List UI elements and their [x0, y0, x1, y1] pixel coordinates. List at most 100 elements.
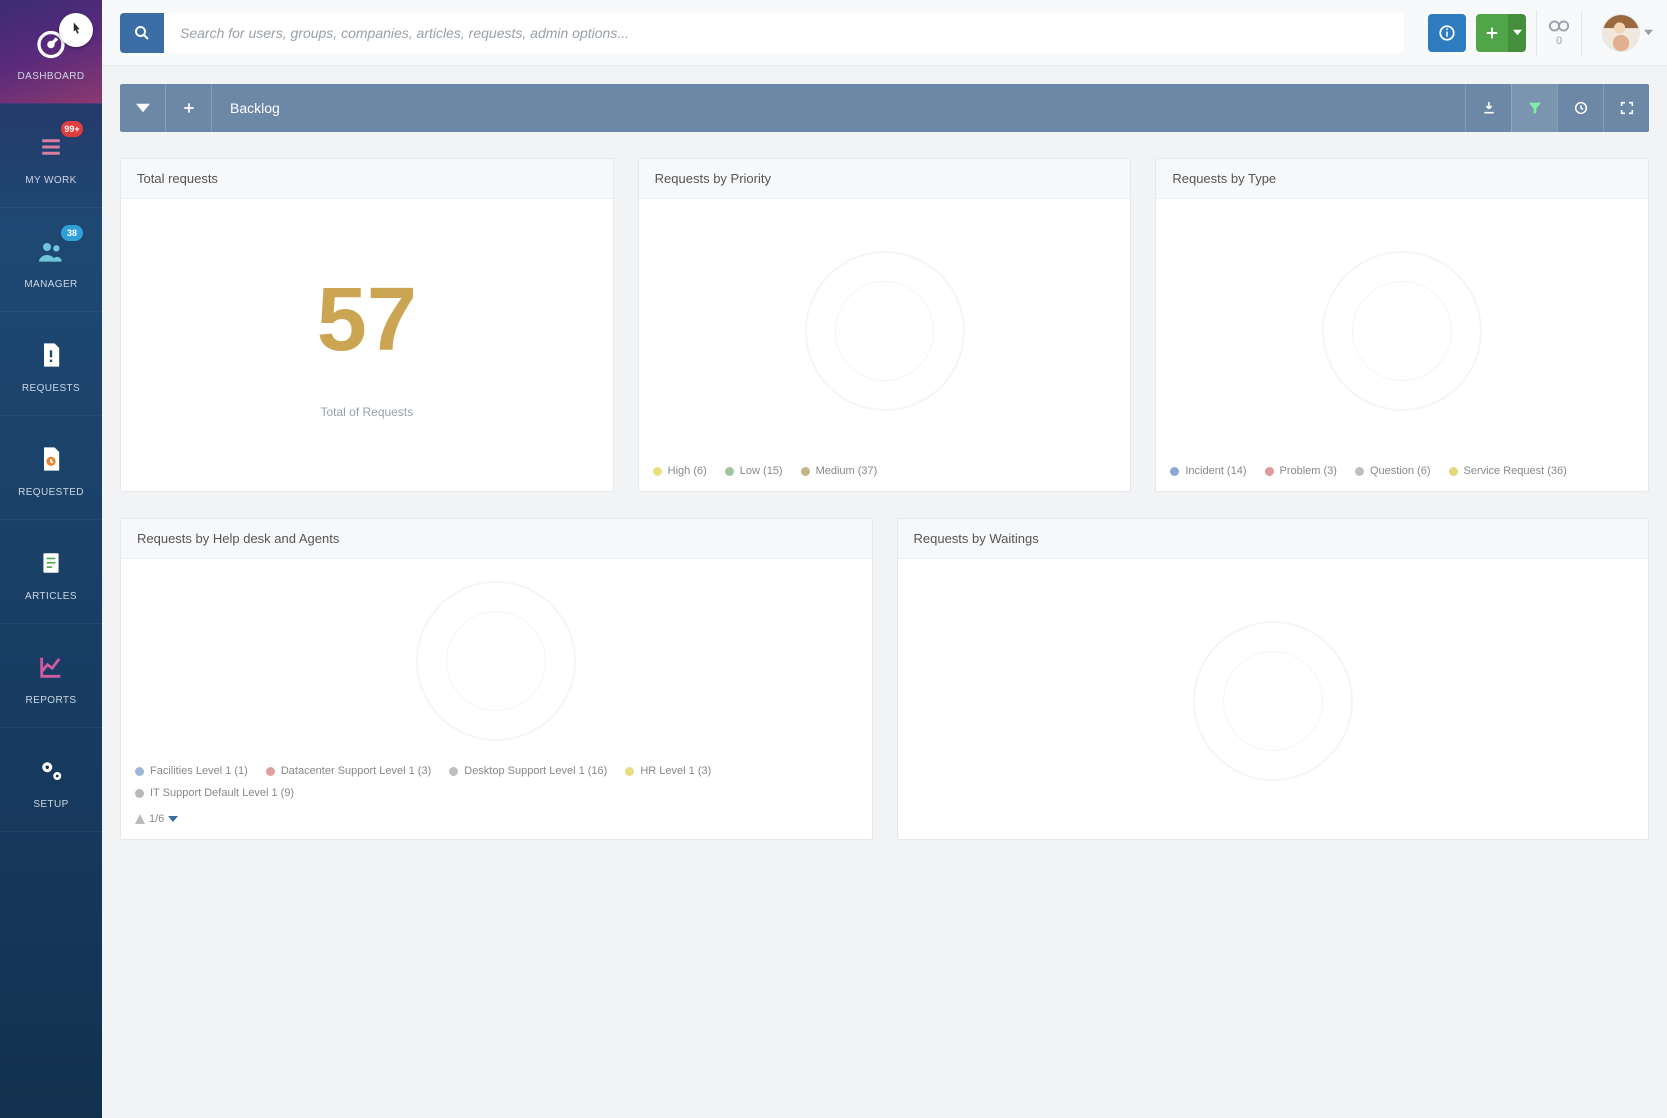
- user-menu[interactable]: [1592, 14, 1653, 52]
- sidebar-label: MY WORK: [25, 175, 77, 186]
- legend-priority: High (6)Low (15)Medium (37): [639, 459, 1131, 491]
- add-dropdown-button[interactable]: [1508, 14, 1526, 52]
- pie-chart-placeholder: [1322, 251, 1482, 411]
- card-requests-by-waitings: Requests by Waitings: [897, 518, 1650, 840]
- card-title: Total requests: [121, 159, 613, 199]
- legend-swatch: [1170, 467, 1179, 476]
- badge: 38: [61, 225, 83, 241]
- legend-swatch: [135, 789, 144, 798]
- legend-item: Medium (37): [801, 465, 878, 477]
- fullscreen-button[interactable]: [1603, 84, 1649, 132]
- mask-icon: [1548, 19, 1570, 33]
- card-row-2: Requests by Help desk and Agents Facilit…: [120, 518, 1649, 840]
- content: Backlog Total requests 57 Total of Reque: [102, 66, 1667, 1118]
- watch-button[interactable]: 0: [1536, 10, 1582, 56]
- file-alert-icon: [29, 333, 73, 377]
- legend-item: Datacenter Support Level 1 (3): [266, 765, 431, 777]
- legend-swatch: [653, 467, 662, 476]
- legend-item: High (6): [653, 465, 707, 477]
- sidebar-label: DASHBOARD: [18, 71, 85, 82]
- watch-count: 0: [1556, 35, 1562, 47]
- card-title: Requests by Waitings: [898, 519, 1649, 559]
- legend-swatch: [625, 767, 634, 776]
- sidebar-item-articles[interactable]: ARTICLES: [0, 520, 102, 624]
- legend-label: Question (6): [1370, 465, 1431, 477]
- file-clock-icon: [29, 437, 73, 481]
- search-input[interactable]: [164, 13, 1404, 53]
- legend-item: Question (6): [1355, 465, 1431, 477]
- sidebar-item-requested[interactable]: REQUESTED: [0, 416, 102, 520]
- download-icon: [1481, 100, 1497, 116]
- legend-swatch: [266, 767, 275, 776]
- avatar: [1602, 14, 1640, 52]
- caret-down-icon: [1513, 28, 1522, 37]
- sidebar-item-manager[interactable]: 38 MANAGER: [0, 208, 102, 312]
- main-area: 0 Backlog: [102, 0, 1667, 1118]
- gauge-icon: [29, 21, 73, 65]
- pie-chart-placeholder: [1193, 621, 1353, 781]
- legend-label: Medium (37): [816, 465, 878, 477]
- view-select-button[interactable]: [120, 84, 166, 132]
- sidebar-item-dashboard[interactable]: DASHBOARD: [0, 0, 102, 104]
- article-icon: [29, 541, 73, 585]
- legend-swatch: [449, 767, 458, 776]
- legend-swatch: [1449, 467, 1458, 476]
- sidebar-label: REPORTS: [26, 695, 77, 706]
- search-button[interactable]: [120, 13, 164, 53]
- gears-icon: [29, 749, 73, 793]
- pointer-cursor-icon: [59, 13, 93, 47]
- expand-icon: [1619, 100, 1635, 116]
- legend-item: Incident (14): [1170, 465, 1246, 477]
- sidebar-label: ARTICLES: [25, 591, 77, 602]
- legend-item: Problem (3): [1265, 465, 1337, 477]
- legend-item: Desktop Support Level 1 (16): [449, 765, 607, 777]
- legend-swatch: [1265, 467, 1274, 476]
- clock-button[interactable]: [1557, 84, 1603, 132]
- legend-swatch: [801, 467, 810, 476]
- viewbar: Backlog: [120, 84, 1649, 132]
- legend-label: HR Level 1 (3): [640, 765, 711, 777]
- warning-icon: [135, 814, 145, 824]
- legend-item: HR Level 1 (3): [625, 765, 711, 777]
- download-button[interactable]: [1465, 84, 1511, 132]
- legend-type: Incident (14)Problem (3)Question (6)Serv…: [1156, 459, 1648, 491]
- legend-label: Desktop Support Level 1 (16): [464, 765, 607, 777]
- badge: 99+: [61, 121, 83, 137]
- legend-pager[interactable]: 1/6: [135, 813, 178, 825]
- sidebar-label: REQUESTS: [22, 383, 80, 394]
- sidebar-item-requests[interactable]: REQUESTS: [0, 312, 102, 416]
- legend-label: Problem (3): [1280, 465, 1337, 477]
- legend-helpdesk: Facilities Level 1 (1) Datacenter Support…: [121, 759, 872, 813]
- info-icon: [1438, 24, 1456, 42]
- sidebar-label: MANAGER: [24, 279, 77, 290]
- info-button[interactable]: [1428, 14, 1466, 52]
- sidebar: DASHBOARD 99+ MY WORK 38 MANAGER REQUEST…: [0, 0, 102, 1118]
- legend-label: High (6): [668, 465, 707, 477]
- card-requests-by-helpdesk: Requests by Help desk and Agents Facilit…: [120, 518, 873, 840]
- add-button[interactable]: [1476, 14, 1508, 52]
- caret-down-icon: [1644, 28, 1653, 37]
- legend-label: Facilities Level 1 (1): [150, 765, 248, 777]
- add-button-group: [1476, 14, 1526, 52]
- legend-label: IT Support Default Level 1 (9): [150, 787, 294, 799]
- sidebar-item-setup[interactable]: SETUP: [0, 728, 102, 832]
- topbar: 0: [102, 0, 1667, 66]
- sidebar-item-reports[interactable]: REPORTS: [0, 624, 102, 728]
- filter-button[interactable]: [1511, 84, 1557, 132]
- search-box: [120, 13, 1404, 53]
- view-add-button[interactable]: [166, 84, 212, 132]
- search-icon: [133, 24, 151, 42]
- view-title: Backlog: [212, 100, 280, 116]
- legend-swatch: [1355, 467, 1364, 476]
- card-total-requests: Total requests 57 Total of Requests: [120, 158, 614, 492]
- sidebar-label: REQUESTED: [18, 487, 84, 498]
- filter-icon: [1527, 100, 1543, 116]
- legend-label: Datacenter Support Level 1 (3): [281, 765, 431, 777]
- card-title: Requests by Type: [1156, 159, 1648, 199]
- legend-swatch: [135, 767, 144, 776]
- total-caption: Total of Requests: [320, 405, 413, 419]
- chart-icon: [29, 645, 73, 689]
- sidebar-item-mywork[interactable]: 99+ MY WORK: [0, 104, 102, 208]
- chevron-down-icon: [136, 101, 150, 115]
- plus-icon: [1484, 25, 1500, 41]
